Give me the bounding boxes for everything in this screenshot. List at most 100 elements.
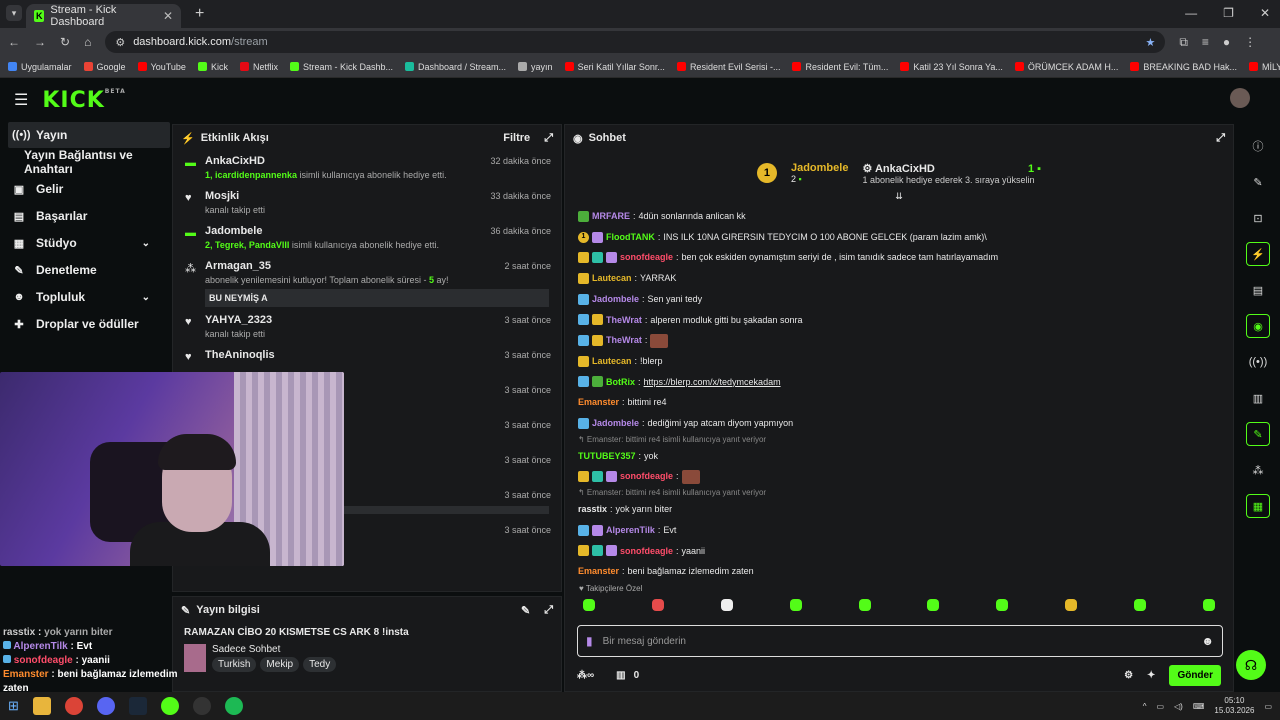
emote-icon[interactable] bbox=[789, 598, 802, 611]
emote-icon[interactable] bbox=[1065, 598, 1078, 611]
chat-username[interactable]: Emanster bbox=[578, 392, 619, 413]
tab-close-icon[interactable]: ✕ bbox=[163, 9, 173, 23]
chat-username[interactable]: rasstix bbox=[578, 499, 607, 520]
chat-username[interactable]: Jadombele bbox=[592, 289, 639, 310]
info-icon[interactable]: ⓘ bbox=[1246, 134, 1270, 158]
hamburger-menu-icon[interactable]: ☰ bbox=[14, 90, 28, 110]
notification-icon[interactable]: ▭ bbox=[1264, 702, 1272, 711]
bookmark-item[interactable]: Dashboard / Stream... bbox=[405, 62, 506, 72]
minimize-icon[interactable]: — bbox=[1185, 6, 1197, 20]
user-avatar[interactable] bbox=[1230, 88, 1250, 108]
bookmark-item[interactable]: Kick bbox=[197, 62, 228, 72]
bookmark-item[interactable]: Stream - Kick Dashb... bbox=[289, 62, 393, 72]
kick-logo[interactable]: KICKBETA bbox=[42, 88, 125, 113]
language-icon[interactable]: ⌨ bbox=[1193, 702, 1205, 711]
activity-username[interactable]: TheAninoqlis bbox=[205, 349, 551, 361]
chat-username[interactable]: TheWrat bbox=[606, 310, 642, 331]
tab-search-icon[interactable]: ▾ bbox=[6, 5, 22, 21]
emote-icon[interactable] bbox=[996, 598, 1009, 611]
bookmark-item[interactable]: Resident Evil: Tüm... bbox=[792, 62, 888, 72]
obs-icon[interactable] bbox=[192, 697, 211, 715]
chat-username[interactable]: TheWrat bbox=[606, 330, 642, 351]
recipient-name[interactable]: AnkaCixHD bbox=[875, 163, 935, 175]
emote-icon[interactable] bbox=[927, 598, 940, 611]
browser-tab[interactable]: K Stream - Kick Dashboard ✕ bbox=[26, 4, 181, 28]
nav-item-gelir[interactable]: ▣ Gelir bbox=[0, 176, 170, 202]
chat-link[interactable]: https://blerp.com/x/tedymcekadam bbox=[644, 372, 781, 393]
chat-username[interactable]: BotRix bbox=[606, 372, 635, 393]
bookmark-item[interactable]: MİLYONLAR ÇALAR... bbox=[1248, 62, 1280, 72]
chat-username[interactable]: Lautecan bbox=[592, 351, 632, 372]
bookmark-item[interactable]: Uygulamalar bbox=[8, 62, 72, 72]
media-icon[interactable]: ≡ bbox=[1202, 35, 1209, 49]
chat-username[interactable]: sonofdeagle bbox=[620, 541, 673, 562]
popout-icon[interactable]: ⤢ bbox=[544, 604, 553, 617]
support-headset-icon[interactable]: ☊ bbox=[1236, 650, 1266, 680]
activity-toggle-icon[interactable]: ⚡ bbox=[1246, 242, 1270, 266]
forward-icon[interactable]: → bbox=[34, 35, 46, 49]
extensions-icon[interactable]: ⧉ bbox=[1179, 35, 1188, 50]
emote-icon[interactable] bbox=[651, 598, 664, 611]
broadcast-icon[interactable]: ((•)) bbox=[1246, 350, 1270, 374]
new-tab-icon[interactable]: + bbox=[195, 5, 204, 23]
edit-icon[interactable]: ✎ bbox=[521, 604, 530, 617]
top-gifter-name[interactable]: Jadombele bbox=[791, 162, 848, 174]
chat-username[interactable]: TUTUBEY357 bbox=[578, 446, 636, 467]
nav-item-basarilar[interactable]: ▤ Başarılar bbox=[0, 203, 170, 229]
edit-icon[interactable]: ✎ bbox=[1246, 170, 1270, 194]
connections-icon[interactable]: ⁂ bbox=[1246, 458, 1270, 482]
bookmark-item[interactable]: Resident Evil Serisi -... bbox=[676, 62, 780, 72]
address-bar[interactable]: ⚙ dashboard.kick.com/stream ★ bbox=[105, 31, 1166, 53]
home-icon[interactable]: ⌂ bbox=[84, 35, 91, 49]
emoji-icon[interactable]: ☻ bbox=[1201, 634, 1214, 648]
emote-icon[interactable] bbox=[583, 598, 595, 611]
site-info-icon[interactable]: ⚙ bbox=[115, 36, 125, 49]
nav-item-stream-key[interactable]: Yayın Bağlantısı ve Anahtarı bbox=[0, 148, 170, 176]
restore-icon[interactable]: ❐ bbox=[1223, 6, 1234, 20]
menu-icon[interactable]: ⋮ bbox=[1244, 35, 1256, 49]
store-icon[interactable]: ▥ bbox=[616, 670, 625, 681]
screenshot-icon[interactable]: ⊡ bbox=[1246, 206, 1270, 230]
app-icon[interactable] bbox=[96, 697, 115, 715]
bookmark-item[interactable]: Katil 23 Yıl Sonra Ya... bbox=[900, 62, 1003, 72]
chat-username[interactable]: Emanster bbox=[578, 561, 619, 582]
network-icon[interactable]: ▭ bbox=[1156, 702, 1164, 711]
popout-icon[interactable]: ⤢ bbox=[1216, 132, 1225, 145]
clips-icon[interactable]: ▦ bbox=[1246, 494, 1270, 518]
bookmark-item[interactable]: YouTube bbox=[137, 62, 186, 72]
nav-item-studyo[interactable]: ▦ Stüdyo ⌄ bbox=[0, 230, 170, 256]
close-window-icon[interactable]: ✕ bbox=[1260, 6, 1270, 20]
emote-icon[interactable] bbox=[720, 598, 733, 611]
bookmark-item[interactable]: Netflix bbox=[239, 62, 278, 72]
tray-chevron-icon[interactable]: ^ bbox=[1143, 702, 1147, 711]
document-icon[interactable]: ▤ bbox=[1246, 278, 1270, 302]
clock[interactable]: 05:10 15.03.2026 bbox=[1214, 696, 1254, 716]
mic-icon[interactable]: ▮ bbox=[586, 634, 593, 648]
chat-username[interactable]: FloodTANK bbox=[606, 227, 655, 248]
chat-username[interactable]: Jadombele bbox=[592, 413, 639, 434]
activity-username[interactable]: Armagan_35 bbox=[205, 260, 551, 272]
chat-username[interactable]: AlperenTilk bbox=[606, 520, 655, 541]
send-button[interactable]: Gönder bbox=[1169, 664, 1221, 686]
bookmark-star-icon[interactable]: ★ bbox=[1145, 36, 1155, 49]
back-icon[interactable]: ← bbox=[8, 35, 20, 49]
windows-start-icon[interactable]: ⊞ bbox=[8, 698, 19, 714]
chrome-icon[interactable] bbox=[64, 697, 83, 715]
stream-tag[interactable]: Turkish bbox=[212, 657, 257, 672]
profile-icon[interactable]: ● bbox=[1223, 35, 1230, 49]
printer-icon[interactable]: ▥ bbox=[1246, 386, 1270, 410]
bookmark-item[interactable]: yayın bbox=[518, 62, 553, 72]
bookmark-item[interactable]: BREAKING BAD Hak... bbox=[1130, 62, 1237, 72]
file-explorer-icon[interactable] bbox=[32, 697, 51, 715]
emote-icon[interactable] bbox=[1202, 598, 1215, 611]
kick-app-icon[interactable] bbox=[160, 697, 179, 715]
mod-tools-icon[interactable]: ✎ bbox=[1246, 422, 1270, 446]
activity-username[interactable]: YAHYA_2323 bbox=[205, 314, 551, 326]
stream-tag[interactable]: Mekip bbox=[260, 657, 300, 672]
nav-item-denetleme[interactable]: ✎ Denetleme bbox=[0, 257, 170, 283]
nav-item-droplar[interactable]: ✚ Droplar ve ödüller bbox=[0, 311, 170, 337]
chat-username[interactable]: sonofdeagle bbox=[620, 247, 673, 268]
chat-input[interactable] bbox=[602, 635, 1192, 647]
filter-button[interactable]: Filtre bbox=[503, 132, 530, 144]
emote-icon[interactable] bbox=[1134, 598, 1146, 611]
